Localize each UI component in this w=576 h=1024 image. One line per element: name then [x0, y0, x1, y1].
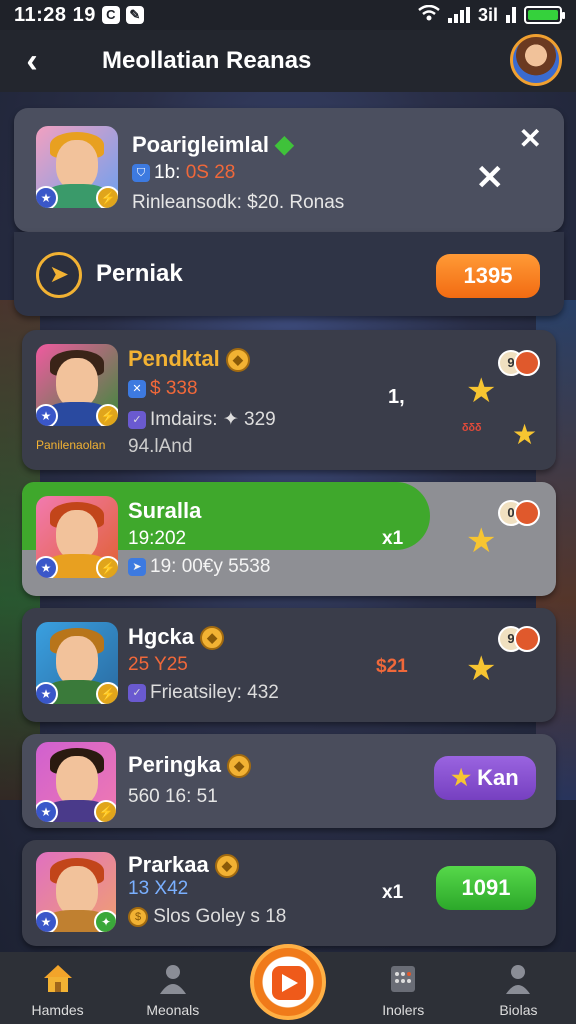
player-name: Suralla: [128, 498, 202, 523]
list-item-selected[interactable]: ★ ⚡ Suralla 19:202 ➤ 19: 00€y 5538 x1 0 ★: [22, 482, 556, 596]
list-item[interactable]: ★ ⚡ Peringka ◆ 560 16: 51 ★ Kan: [22, 734, 556, 828]
wifi-icon: [418, 4, 440, 26]
coin-icon: $: [128, 906, 148, 927]
play-icon: [272, 966, 306, 1000]
notification-icon: C: [101, 6, 120, 24]
price-value: $21: [376, 656, 408, 677]
grid-icon: [391, 966, 416, 992]
rank-value: 1,: [388, 386, 405, 408]
arrow-icon: ➤: [36, 252, 82, 298]
dismiss-icon[interactable]: ✕: [476, 158, 505, 198]
gem-icon: ◆: [227, 754, 252, 779]
tab-meonals[interactable]: Meonals: [115, 952, 230, 1024]
claim-button[interactable]: 1091: [436, 866, 536, 910]
leaf-icon: ◆: [275, 131, 294, 158]
tab-inolers[interactable]: Inolers: [346, 952, 461, 1024]
check-icon: ✓: [128, 410, 146, 429]
player-value: 25 Y25: [128, 654, 188, 675]
star-icon[interactable]: ★: [466, 374, 496, 408]
user-avatar[interactable]: [510, 34, 562, 86]
multiplier: x1: [382, 882, 404, 903]
player-value: ✕ $ 338: [128, 378, 198, 400]
player-portrait: ★ ✦: [36, 852, 116, 932]
player-portrait: ★ ⚡: [36, 344, 118, 426]
pernak-button[interactable]: 1395: [436, 254, 540, 298]
shield-icon: ⚡: [96, 186, 118, 208]
home-icon: [43, 965, 72, 992]
shield-icon: ⚡: [96, 404, 118, 426]
rank-icon: ★: [36, 186, 58, 208]
player-value: 19:202: [128, 528, 187, 549]
player-stat: ✓ Imdairs: ✦ 329: [128, 408, 276, 431]
player-name: Prarkaa ◆: [128, 852, 239, 879]
profile-icon: [506, 965, 531, 994]
person-icon: [159, 965, 186, 994]
gem-icon: ◆: [214, 854, 239, 879]
player-name: Poarigleimlal ◆: [132, 131, 294, 158]
rank-icon: ★: [36, 682, 58, 704]
check-icon: ✓: [128, 683, 146, 702]
rank-icon: ★: [36, 800, 58, 822]
hearts-icon: ᵟᵟᵟ: [462, 422, 482, 439]
status-time: 11:28 19: [14, 3, 96, 26]
coin-stack-icon: 9: [498, 626, 540, 652]
back-button[interactable]: ‹: [12, 41, 52, 81]
notification-card[interactable]: ★ ⚡ Poarigleimlal ◆ ⛉ 1b: 0S 28 Rinleanso…: [14, 108, 564, 232]
player-portrait: ★ ⚡: [36, 126, 118, 208]
compass-icon: ➤: [128, 557, 146, 576]
list-item[interactable]: ★ ⚡ Panilenaolan Pendktal ◆ ✕ $ 338 ✓ Imda…: [22, 330, 556, 470]
player-portrait: ★ ⚡: [36, 496, 118, 578]
gem-icon: ◆: [225, 348, 250, 373]
rank-icon: ★: [36, 556, 58, 578]
player-stat: ➤ 19: 00€y 5538: [128, 556, 270, 578]
gem-icon: ◆: [200, 626, 225, 651]
player-portrait: ★ ⚡: [36, 622, 118, 704]
coin-stack-icon: 0: [498, 500, 540, 526]
star-icon[interactable]: ★: [466, 652, 496, 686]
star-icon[interactable]: ★: [512, 418, 537, 452]
player-portrait: ★ ⚡: [36, 742, 116, 822]
star-icon[interactable]: ★: [466, 524, 496, 558]
pernak-label: Perniak: [96, 260, 183, 287]
player-name: Peringka ◆: [128, 752, 252, 779]
list-item[interactable]: ★ ⚡ Hgcka ◆ 25 Y25 ✓ Frieatsiley: 432 $21…: [22, 608, 556, 722]
list-item[interactable]: ★ ✦ Prarkaa ◆ 13 X42 $ Slos Goley s 18 x…: [22, 840, 556, 946]
player-name: Pendktal ◆: [128, 346, 250, 373]
page-title: Meollatian Reanas: [102, 47, 312, 74]
carrier-label: 3il: [477, 4, 498, 25]
status-bar: 11:28 19 C ✎ 3il: [0, 0, 576, 30]
shield-icon: ⚡: [96, 682, 118, 704]
player-value: 13 X42: [128, 878, 189, 899]
leaf-icon: ✦: [94, 910, 116, 932]
rank-icon: ★: [36, 404, 58, 426]
battery-icon: [524, 6, 565, 24]
coin-stack-icon: 9: [498, 350, 540, 376]
swords-icon: ✕: [128, 379, 146, 398]
notification-detail: Rinleansodk: $20. Ronas: [132, 192, 345, 213]
app-header: ‹ Meollatian Reanas: [0, 30, 576, 92]
tab-home[interactable]: Hamdes: [0, 952, 115, 1024]
tab-biolas[interactable]: Biolas: [461, 952, 576, 1024]
edit-icon: ✎: [125, 6, 144, 24]
kan-button[interactable]: ★ Kan: [434, 756, 536, 800]
player-stat: $ Slos Goley s 18: [128, 906, 286, 928]
pernak-panel: ➤ Perniak 1395: [14, 232, 564, 316]
notification-stats: ⛉ 1b: 0S 28: [132, 162, 235, 184]
shield-icon: ⚡: [96, 556, 118, 578]
player-sub: 94.lAnd: [128, 436, 193, 457]
rank-icon: ★: [36, 910, 58, 932]
player-stat: ✓ Frieatsiley: 432: [128, 682, 279, 704]
signal-icon: [447, 7, 470, 23]
play-button[interactable]: [250, 944, 326, 1020]
player-value: 560 16: 51: [128, 786, 218, 807]
signal-icon-2: [506, 7, 516, 23]
shield-icon: ⛉: [132, 163, 150, 182]
multiplier: x1: [382, 528, 404, 549]
player-name: Hgcka ◆: [128, 624, 225, 651]
shield-icon: ⚡: [94, 800, 116, 822]
star-icon: ★: [451, 765, 472, 790]
player-caption: Panilenaolan: [36, 438, 106, 452]
close-icon[interactable]: ✕: [519, 122, 542, 155]
